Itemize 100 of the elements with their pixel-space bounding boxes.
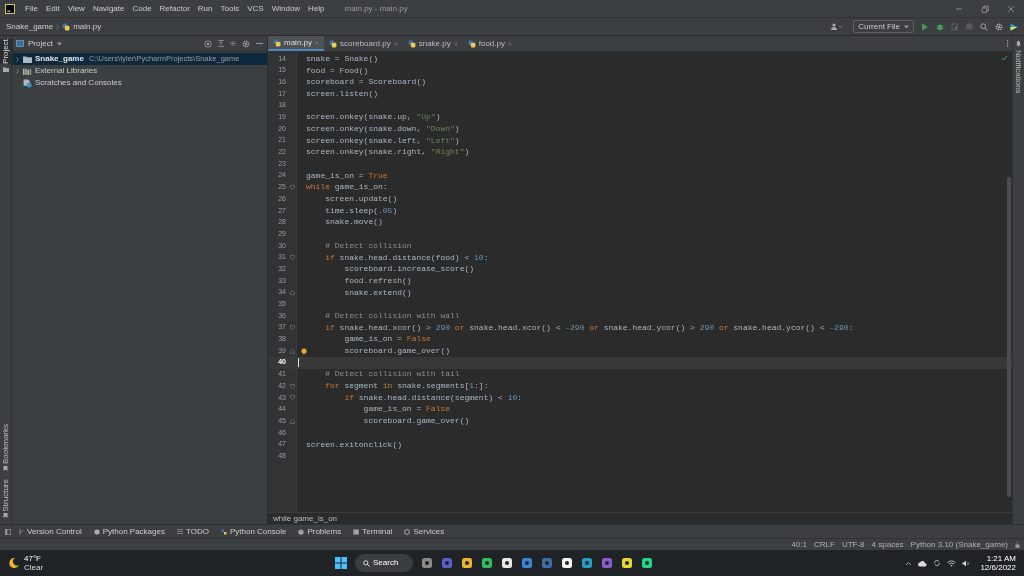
clock-date[interactable]: 12/6/2022 bbox=[980, 563, 1016, 572]
menu-item[interactable]: Help bbox=[308, 2, 325, 15]
code-breadcrumb[interactable]: while game_is_on bbox=[273, 512, 338, 525]
no-problems-icon[interactable] bbox=[1001, 55, 1008, 61]
status-item[interactable]: UTF-8 bbox=[841, 538, 865, 551]
tree-item[interactable]: External Libraries bbox=[12, 65, 267, 77]
app-icon[interactable] bbox=[621, 557, 633, 569]
menu-item[interactable]: Code bbox=[132, 2, 152, 15]
status-item[interactable]: 40:1 bbox=[791, 538, 807, 551]
sync-icon[interactable] bbox=[933, 559, 942, 567]
fold-icon[interactable] bbox=[290, 184, 295, 190]
bookmark-icon[interactable] bbox=[3, 513, 8, 518]
settings-icon[interactable] bbox=[242, 39, 250, 48]
code-line: if snake.head.distance(food) < 10: bbox=[324, 251, 489, 264]
tool-window-tab[interactable]: Bookmarks bbox=[0, 423, 13, 464]
breadcrumb[interactable]: Snake_game bbox=[6, 20, 54, 33]
expand-all-icon[interactable] bbox=[218, 40, 224, 47]
breadcrumb[interactable]: main.py bbox=[73, 20, 102, 33]
status-item[interactable]: CRLF bbox=[814, 538, 835, 551]
tool-window-button[interactable]: Problems bbox=[294, 525, 346, 538]
taskbar-search[interactable]: Search bbox=[355, 554, 413, 572]
tool-window-tab[interactable]: Structure bbox=[0, 478, 13, 511]
fold-icon[interactable] bbox=[290, 348, 295, 354]
window-title: main.py - main.py bbox=[344, 2, 408, 15]
folder-icon[interactable] bbox=[2, 66, 9, 72]
editor-tab[interactable]: scoreboard.py bbox=[324, 36, 403, 51]
temperature: 47°F bbox=[24, 554, 42, 563]
app-icon[interactable] bbox=[501, 557, 513, 569]
code-line: screen.onkey(snake.right, "Right") bbox=[306, 146, 470, 159]
editor-tab[interactable]: food.py bbox=[462, 36, 517, 51]
panel-icon bbox=[16, 40, 24, 47]
code-line: time.sleep(.05) bbox=[324, 204, 398, 217]
clock-time[interactable]: 1:21 AM bbox=[986, 554, 1016, 563]
collapse-all-icon[interactable] bbox=[230, 40, 236, 47]
locate-icon[interactable] bbox=[204, 39, 212, 48]
text-cursor bbox=[298, 358, 299, 368]
close-icon[interactable] bbox=[1007, 4, 1015, 13]
app-icon[interactable] bbox=[461, 557, 473, 569]
scratch-file-icon bbox=[23, 78, 32, 88]
menu-item[interactable]: File bbox=[25, 2, 38, 15]
menu-item[interactable]: Refactor bbox=[159, 2, 190, 15]
lock-icon[interactable] bbox=[1015, 541, 1020, 548]
volume-icon[interactable] bbox=[962, 559, 971, 567]
code-line: scoreboard.game_over() bbox=[362, 415, 470, 428]
project-panel-title[interactable]: Project bbox=[28, 37, 53, 50]
app-icon[interactable] bbox=[561, 557, 573, 569]
run-configuration-dropdown[interactable]: Current File bbox=[853, 20, 914, 33]
search-icon[interactable] bbox=[980, 22, 988, 31]
menu-item[interactable]: Navigate bbox=[92, 2, 125, 15]
menu-item[interactable]: Edit bbox=[45, 2, 60, 15]
editor-tab[interactable]: main.py bbox=[268, 36, 324, 51]
code-line: snake = Snake() bbox=[306, 52, 378, 65]
layout-icon[interactable] bbox=[5, 528, 11, 535]
plugin-logo-icon[interactable] bbox=[1010, 22, 1018, 31]
menu-item[interactable]: Tools bbox=[220, 2, 240, 15]
status-item[interactable]: Python 3.10 (Snake_game) bbox=[910, 538, 1008, 551]
app-icon[interactable] bbox=[481, 557, 493, 569]
lightbulb-icon[interactable] bbox=[301, 347, 307, 355]
tool-window-button[interactable]: Python Packages bbox=[89, 525, 169, 538]
code-line: screen.update() bbox=[324, 193, 398, 206]
code-line: # Detect collision with tail bbox=[324, 368, 460, 381]
wifi-icon[interactable] bbox=[947, 559, 957, 567]
user-icon[interactable] bbox=[831, 23, 843, 30]
tool-window-button[interactable]: Version Control bbox=[15, 525, 86, 538]
restore-icon[interactable] bbox=[981, 4, 989, 13]
menu-item[interactable]: VCS bbox=[247, 2, 264, 15]
status-item[interactable]: 4 spaces bbox=[871, 538, 904, 551]
python-icon bbox=[220, 528, 227, 535]
terminal-icon bbox=[353, 528, 360, 535]
tool-window-button[interactable]: Python Console bbox=[216, 525, 291, 538]
tree-item[interactable]: Scratches and Consoles bbox=[12, 77, 267, 89]
tool-window-button[interactable]: Terminal bbox=[349, 525, 397, 538]
caret-icon[interactable] bbox=[56, 41, 62, 46]
code-line: # Detect collision with wall bbox=[324, 309, 460, 322]
menu-item[interactable]: Window bbox=[271, 2, 301, 15]
start-icon[interactable] bbox=[335, 557, 347, 569]
debug-icon[interactable] bbox=[936, 22, 944, 31]
settings-icon[interactable] bbox=[995, 22, 1003, 31]
more-icon[interactable] bbox=[1006, 40, 1009, 47]
fold-icon[interactable] bbox=[290, 255, 295, 261]
ring-icon bbox=[404, 528, 411, 535]
editor-tab[interactable]: snake.py bbox=[402, 36, 463, 51]
run-icon[interactable] bbox=[921, 22, 929, 31]
menu-item[interactable]: View bbox=[67, 2, 85, 15]
fold-icon[interactable] bbox=[290, 325, 295, 331]
fold-icon[interactable] bbox=[290, 418, 295, 424]
tool-window-tab[interactable]: Project bbox=[0, 39, 13, 64]
app-icon[interactable] bbox=[641, 557, 653, 569]
code-line: food.refresh() bbox=[343, 274, 412, 287]
tool-window-tab[interactable]: Notifications bbox=[1013, 50, 1024, 94]
fold-icon[interactable] bbox=[290, 290, 295, 296]
cloud-icon[interactable] bbox=[918, 559, 928, 567]
hide-icon[interactable] bbox=[256, 42, 263, 45]
bell-icon[interactable] bbox=[1015, 40, 1022, 47]
tool-window-button[interactable]: TODO bbox=[172, 525, 213, 538]
bookmark-icon[interactable] bbox=[3, 465, 8, 471]
menu-item[interactable]: Run bbox=[197, 2, 213, 15]
tool-window-button[interactable]: Services bbox=[400, 525, 449, 538]
branch-icon bbox=[19, 528, 24, 535]
chevron-up-icon[interactable] bbox=[905, 560, 913, 566]
